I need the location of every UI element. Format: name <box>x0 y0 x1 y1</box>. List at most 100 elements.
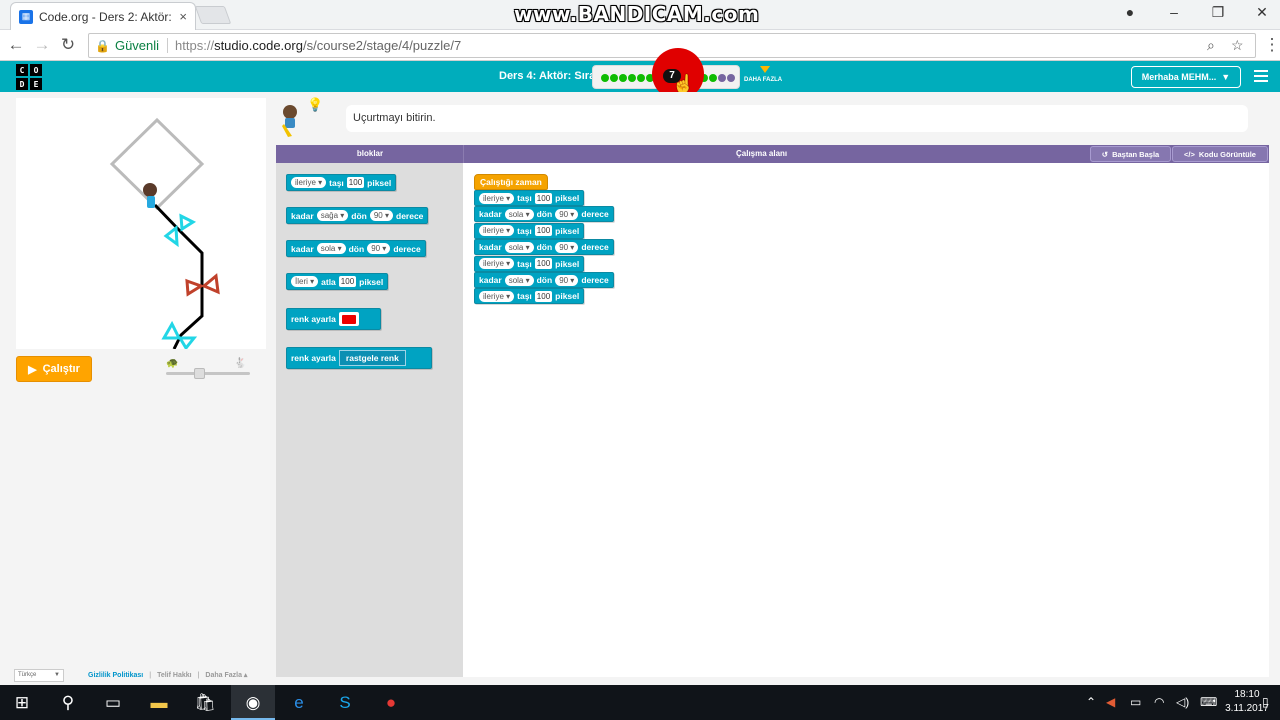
logo-letter: D <box>16 78 28 90</box>
block-text: kadar <box>479 275 502 285</box>
block-number-input[interactable]: 100 <box>534 225 553 237</box>
restore-icon[interactable]: ❐ <box>1208 4 1228 21</box>
level-dot[interactable] <box>628 74 636 82</box>
user-menu-button[interactable]: Merhaba MEHM... ▼ <box>1131 66 1241 88</box>
level-dot[interactable] <box>619 74 627 82</box>
back-icon[interactable]: ← <box>6 35 26 55</box>
store-icon[interactable]: 🛍 <box>194 692 216 714</box>
level-dot[interactable] <box>610 74 618 82</box>
block-text: taşı <box>517 258 532 269</box>
block-dropdown[interactable]: ileriye ▾ <box>479 225 515 237</box>
direction-dropdown[interactable]: sağa ▾ <box>316 210 349 221</box>
windows-start-icon[interactable]: ⊞ <box>11 692 33 714</box>
level-dot[interactable] <box>709 74 717 82</box>
program-block[interactable]: ileriye ▾ taşı 100 piksel <box>474 288 585 305</box>
program-block[interactable]: kadar sola ▾ dön 90 ▾ derece <box>474 272 614 288</box>
more-arrow-icon[interactable] <box>760 66 770 73</box>
angle-dropdown[interactable]: 90 ▾ <box>369 210 393 221</box>
toolbox-set-color-block[interactable]: renk ayarla <box>286 308 381 330</box>
network-icon[interactable]: ◠ <box>1154 695 1164 709</box>
level-dot[interactable] <box>727 74 735 82</box>
block-dropdown[interactable]: ileriye ▾ <box>479 290 515 302</box>
lesson-title[interactable]: Ders 4: Aktör: Sıra <box>499 70 595 82</box>
profile-icon[interactable]: ● <box>1120 4 1140 20</box>
toolbox-turn-right-block[interactable]: kadar sağa ▾ dön 90 ▾ derece <box>286 207 429 224</box>
rabbit-icon: 🐇 <box>234 358 247 369</box>
show-code-button[interactable]: </> Kodu Görüntüle <box>1172 146 1268 162</box>
random-color-value[interactable]: rastgele renk <box>338 350 406 366</box>
level-dot[interactable] <box>718 74 726 82</box>
block-dropdown[interactable]: ileriye ▾ <box>479 192 515 204</box>
notifications-icon[interactable]: ▯ <box>1262 695 1269 709</box>
privacy-link[interactable]: Gizlilik Politikası <box>88 672 143 679</box>
codeorg-logo[interactable]: C O D E <box>16 64 42 90</box>
block-number-input[interactable]: 100 <box>534 258 553 270</box>
tray-chevron-icon[interactable]: ⌃ <box>1086 695 1096 709</box>
color-swatch[interactable] <box>338 312 359 326</box>
volume-icon[interactable]: ◁) <box>1176 695 1189 709</box>
program-block[interactable]: ileriye ▾ taşı 100 piksel <box>474 222 585 239</box>
more-footer-link[interactable]: Daha Fazla ▴ <box>205 671 247 679</box>
block-dropdown[interactable]: 90 ▾ <box>555 274 579 286</box>
speed-slider[interactable]: 🐢 🐇 <box>164 358 254 380</box>
distance-input[interactable]: 100 <box>346 177 365 188</box>
browser-menu-icon[interactable]: ⋮ <box>1262 35 1280 55</box>
bandicam-icon[interactable]: ● <box>380 692 402 714</box>
block-dropdown[interactable]: 90 ▾ <box>555 208 579 220</box>
task-view-icon[interactable]: ▭ <box>102 692 124 714</box>
level-dot[interactable] <box>637 74 645 82</box>
distance-input[interactable]: 100 <box>338 276 357 287</box>
search-icon[interactable]: ⚲ <box>57 692 79 714</box>
direction-dropdown[interactable]: ileriye ▾ <box>291 177 327 188</box>
program-block[interactable]: ileriye ▾ taşı 100 piksel <box>474 190 585 206</box>
file-explorer-icon[interactable]: ▬ <box>148 692 170 714</box>
block-number-input[interactable]: 100 <box>534 192 553 204</box>
speed-track <box>166 372 250 375</box>
skype-icon[interactable]: S <box>334 692 356 714</box>
when-run-block[interactable]: Çalıştığı zaman <box>474 174 548 190</box>
toolbox-jump-block[interactable]: İleri ▾ atla 100 piksel <box>286 273 389 290</box>
direction-dropdown[interactable]: İleri ▾ <box>291 276 319 287</box>
program-block[interactable]: kadar sola ▾ dön 90 ▾ derece <box>474 206 614 223</box>
block-dropdown[interactable]: ileriye ▾ <box>479 258 515 270</box>
lightbulb-icon[interactable]: 💡 <box>307 97 323 113</box>
chrome-icon[interactable]: ◉ <box>242 692 264 714</box>
hamburger-menu-icon[interactable] <box>1254 70 1268 85</box>
browser-tab[interactable]: ▦ Code.org - Ders 2: Aktör: × <box>10 2 196 30</box>
angle-dropdown[interactable]: 90 ▾ <box>367 243 391 254</box>
block-text: atla <box>321 276 336 287</box>
tray-app-icon[interactable]: ◀ <box>1106 695 1115 709</box>
copyright-link[interactable]: Telif Hakkı <box>157 672 192 679</box>
block-dropdown[interactable]: 90 ▾ <box>555 241 579 253</box>
direction-dropdown[interactable]: sola ▾ <box>316 243 346 254</box>
block-number-input[interactable]: 100 <box>534 290 553 302</box>
battery-icon[interactable]: ▭ <box>1130 695 1141 709</box>
language-select[interactable]: Türkçe ▼ <box>14 668 64 682</box>
run-button[interactable]: ▶ Çalıştır <box>16 356 92 382</box>
keyboard-icon[interactable]: ⌨ <box>1200 695 1217 709</box>
new-tab-button[interactable] <box>194 6 232 24</box>
block-dropdown[interactable]: sola ▾ <box>504 274 534 286</box>
toolbox-move-forward-block[interactable]: ileriye ▾ taşı 100 piksel <box>286 174 397 191</box>
forward-icon[interactable]: → <box>32 35 52 55</box>
toolbox-set-random-color-block[interactable]: renk ayarla rastgele renk <box>286 347 432 369</box>
block-dropdown[interactable]: sola ▾ <box>504 241 534 253</box>
tab-close-icon[interactable]: × <box>179 9 187 24</box>
reset-button[interactable]: ↺ Baştan Başla <box>1090 146 1171 162</box>
block-dropdown[interactable]: sola ▾ <box>504 208 534 220</box>
speed-thumb[interactable] <box>194 368 205 379</box>
program-block[interactable]: kadar sola ▾ dön 90 ▾ derece <box>474 239 614 256</box>
program-block[interactable]: ileriye ▾ taşı 100 piksel <box>474 255 585 272</box>
level-dot[interactable] <box>601 74 609 82</box>
toolbox-turn-left-block[interactable]: kadar sola ▾ dön 90 ▾ derece <box>286 240 426 257</box>
reload-icon[interactable]: ↻ <box>58 35 78 55</box>
code-icon: </> <box>1184 149 1195 159</box>
block-text: renk ayarla <box>291 314 336 324</box>
bookmark-star-icon[interactable]: ☆ <box>1231 37 1244 54</box>
codeorg-favicon-icon: ▦ <box>19 9 33 24</box>
zoom-icon[interactable]: ⌕ <box>1207 37 1215 54</box>
more-label[interactable]: DAHA FAZLA <box>744 77 782 83</box>
minimize-icon[interactable]: – <box>1164 4 1184 20</box>
edge-icon[interactable]: e <box>288 692 310 714</box>
close-window-icon[interactable]: ✕ <box>1252 4 1272 21</box>
